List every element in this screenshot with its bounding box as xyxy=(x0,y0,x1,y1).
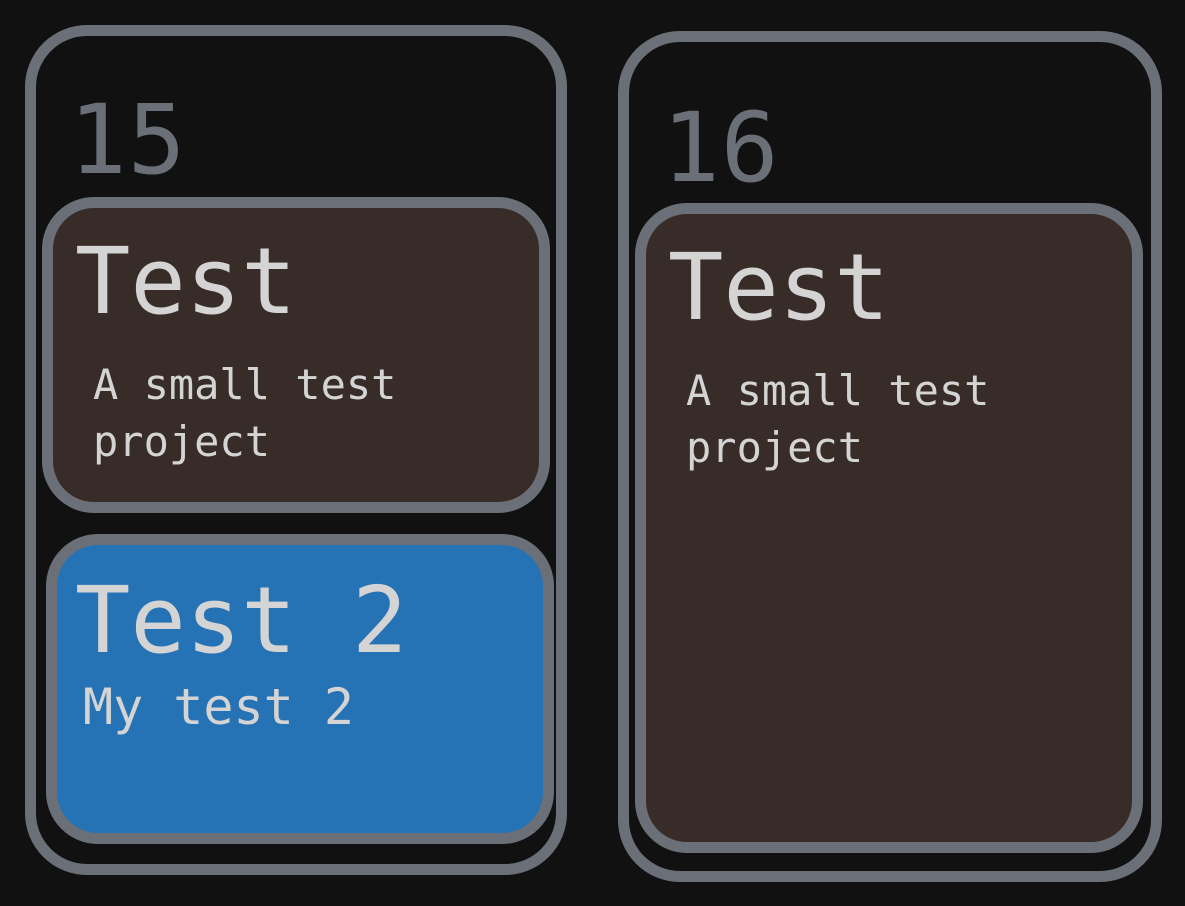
card-title: Test xyxy=(668,234,890,341)
project-card-test-2[interactable]: Test 2 My test 2 xyxy=(46,534,554,844)
card-title: Test 2 xyxy=(75,567,408,674)
card-description: My test 2 xyxy=(83,678,354,736)
project-card-test[interactable]: Test A small test project xyxy=(635,203,1143,853)
project-card-test[interactable]: Test A small test project xyxy=(42,197,550,513)
day-number: 15 xyxy=(69,84,187,196)
card-description: A small test project xyxy=(686,366,990,472)
day-number: 16 xyxy=(662,92,780,204)
card-title: Test xyxy=(75,228,297,335)
card-description: A small test project xyxy=(93,360,397,466)
day-column-15: 15 Test A small test project Test 2 My t… xyxy=(25,25,567,875)
day-column-16: 16 Test A small test project xyxy=(618,31,1162,882)
